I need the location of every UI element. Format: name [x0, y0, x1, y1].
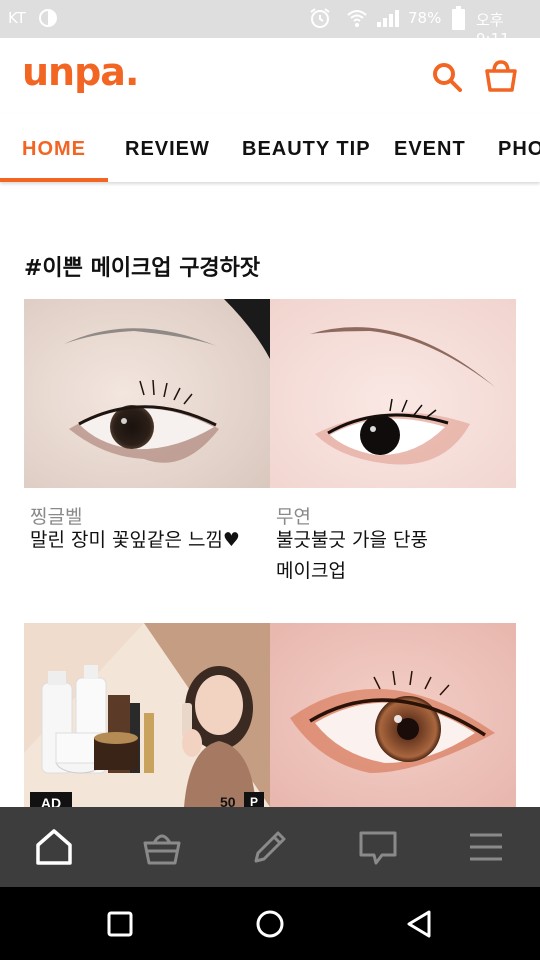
section-title: #이쁜 메이크업 구경하잣	[24, 256, 261, 281]
chat-icon[interactable]	[356, 825, 400, 869]
tab-home[interactable]: HOME	[22, 138, 86, 161]
eye-makeup-image	[270, 299, 516, 488]
cosmetics-ad-image	[24, 623, 270, 807]
status-bar: KT 78% 오후 9:11	[0, 0, 540, 48]
search-icon[interactable]	[432, 62, 462, 92]
card-image-2[interactable]	[270, 299, 516, 488]
wifi-icon	[347, 10, 367, 27]
half-circle-icon	[39, 9, 57, 27]
battery-percentage: 78%	[408, 9, 442, 27]
basket-icon[interactable]	[140, 825, 184, 869]
logo[interactable]: unpa.	[22, 50, 139, 94]
tab-photo[interactable]: PHO	[498, 138, 540, 161]
active-tab-indicator	[0, 178, 108, 182]
recents-icon[interactable]	[103, 907, 137, 941]
tab-review[interactable]: REVIEW	[125, 138, 210, 161]
tab-event[interactable]: EVENT	[394, 138, 466, 161]
signal-icon	[377, 10, 399, 27]
eye-makeup-image	[24, 299, 270, 488]
pencil-icon[interactable]	[248, 825, 292, 869]
eye-makeup-image	[270, 623, 516, 807]
alarm-icon	[310, 8, 330, 28]
bottom-tab-bar	[0, 807, 540, 887]
card-title-2-line1[interactable]: 불긋불긋 가을 단풍	[276, 525, 428, 556]
nav-tabs: HOME REVIEW BEAUTY TIP EVENT PHO	[0, 114, 540, 182]
battery-icon	[452, 6, 465, 30]
system-nav-bar	[0, 887, 540, 960]
card-title-1[interactable]: 말린 장미 꽃잎같은 느낌♥	[30, 525, 240, 556]
ad-card-image[interactable]	[24, 623, 270, 807]
home-icon[interactable]	[32, 825, 76, 869]
menu-icon[interactable]	[464, 825, 508, 869]
back-icon[interactable]	[403, 907, 437, 941]
tab-beauty-tip[interactable]: BEAUTY TIP	[242, 138, 371, 161]
home-circle-icon[interactable]	[253, 907, 287, 941]
card-image-1[interactable]	[24, 299, 270, 488]
cart-icon[interactable]	[484, 60, 518, 92]
card-image-4[interactable]	[270, 623, 516, 807]
carrier-label: KT	[8, 9, 26, 27]
app-header: unpa.	[0, 38, 540, 114]
card-title-2-line2[interactable]: 메이크업	[276, 556, 346, 587]
